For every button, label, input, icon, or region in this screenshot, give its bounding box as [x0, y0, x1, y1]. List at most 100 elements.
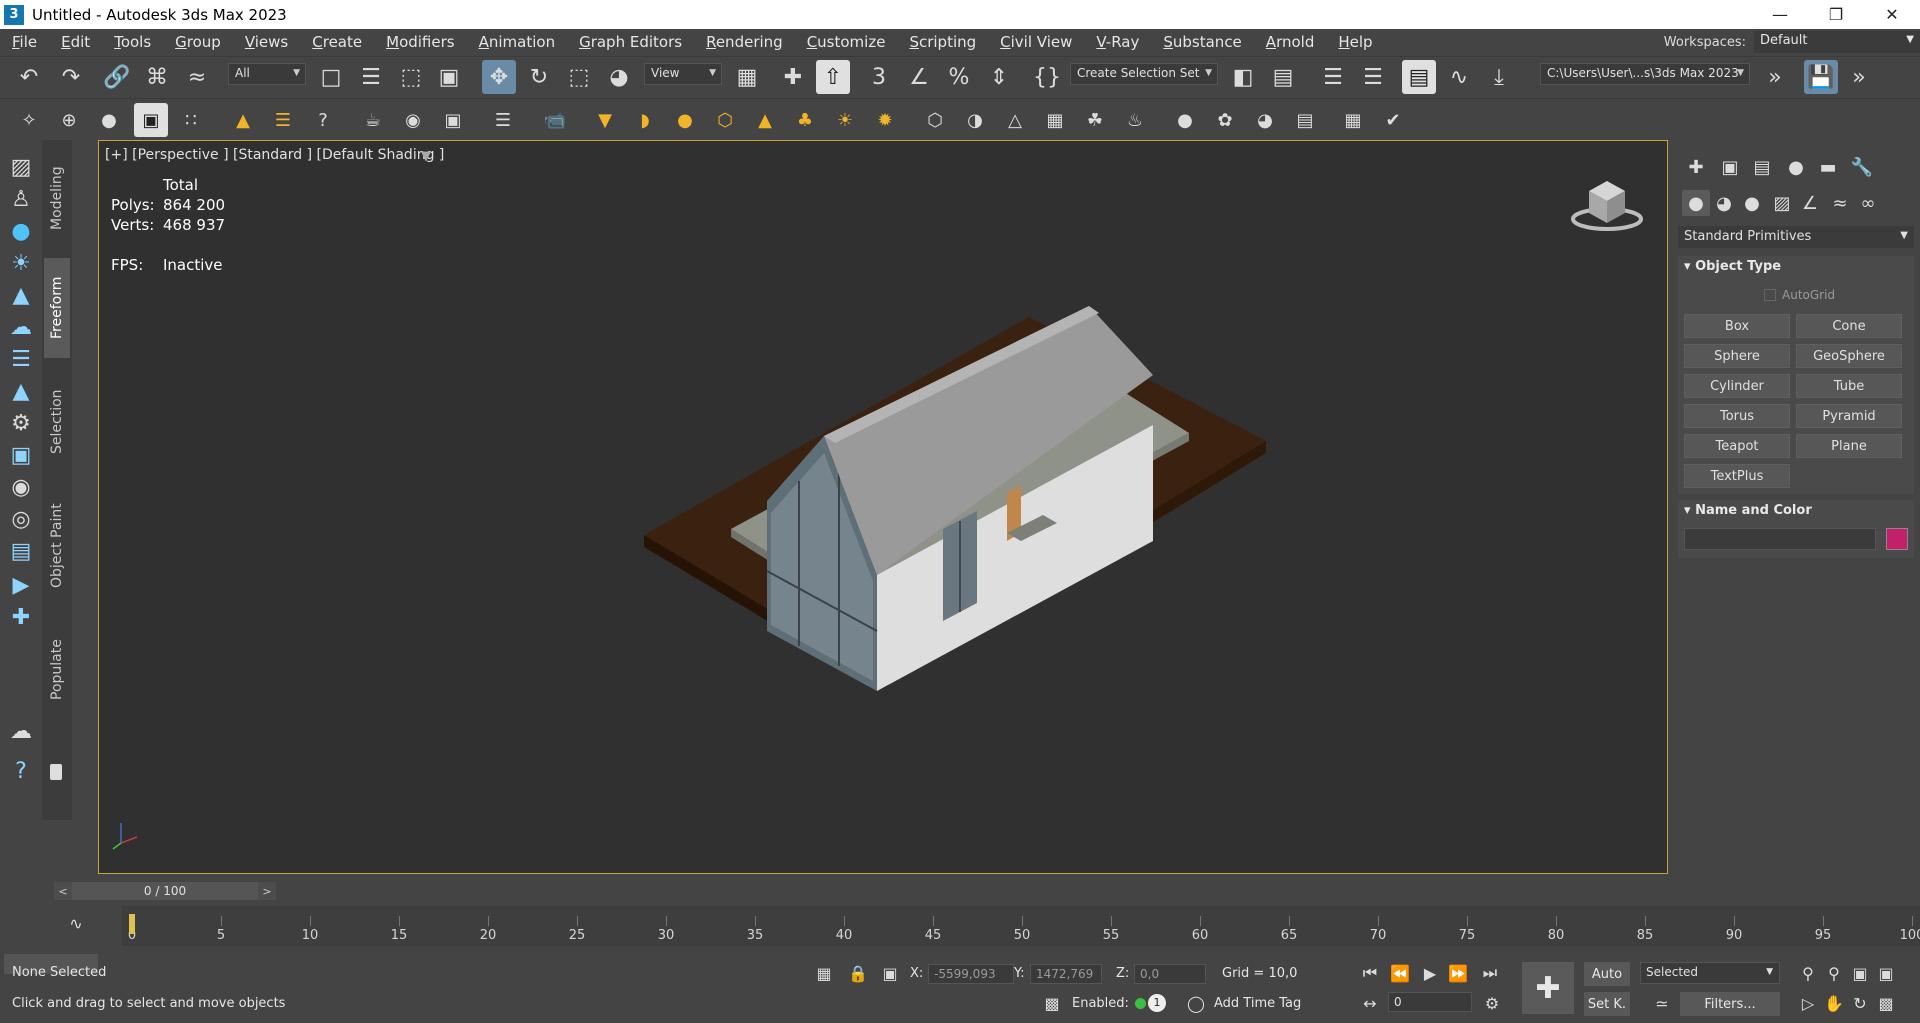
current-frame-field[interactable]: 0	[1388, 992, 1472, 1012]
select-by-name-icon[interactable]: ☰	[354, 60, 388, 94]
camera-icon[interactable]: 📹	[538, 103, 572, 137]
set-key-button[interactable]: Set K.	[1584, 992, 1630, 1016]
lock-icon[interactable]: 🔒	[846, 962, 870, 984]
select-place-icon[interactable]: ◕	[602, 60, 636, 94]
curve-editor-mini-icon[interactable]: ∿	[64, 912, 88, 934]
autogrid-checkbox[interactable]: AutoGrid	[1764, 288, 1835, 302]
menu-customize[interactable]: Customize	[795, 33, 898, 51]
geometry-category-icon[interactable]: ●	[1682, 190, 1710, 216]
edit-named-selections-icon[interactable]: {}	[1030, 60, 1064, 94]
gear-icon[interactable]: ⚙	[4, 408, 38, 438]
menu-rendering[interactable]: Rendering	[694, 33, 795, 51]
time-slider-thumb[interactable]: 0 / 100	[72, 882, 258, 900]
torus-button[interactable]: Torus	[1684, 404, 1790, 428]
close-button[interactable]: ✕	[1864, 0, 1920, 29]
viewport-label[interactable]: [+] [Perspective ] [Standard ] [Default …	[105, 147, 444, 163]
menu-scripting[interactable]: Scripting	[897, 33, 988, 51]
scene-explorer-icon[interactable]: ☰	[1316, 60, 1350, 94]
helpers-category-icon[interactable]: ∠	[1796, 190, 1824, 216]
time-tag-icon[interactable]: ◯	[1184, 992, 1208, 1014]
sphere-light-icon[interactable]: ●	[668, 103, 702, 137]
ref-coord-dropdown[interactable]: View	[644, 63, 722, 85]
modeling-tools-icon[interactable]: ▨	[4, 152, 38, 182]
modify-tab-icon[interactable]: ▣	[1716, 154, 1744, 180]
select-scale-icon[interactable]: ⬚	[562, 60, 596, 94]
cloud-render-icon[interactable]: ☁	[4, 716, 38, 746]
tab-object-paint[interactable]: Object Paint	[44, 486, 70, 606]
goto-end-icon[interactable]: ⏭	[1478, 962, 1502, 984]
ribbon-collapse-handle[interactable]	[50, 764, 62, 780]
render-frame-icon[interactable]: ▣	[134, 103, 168, 137]
menu-vray[interactable]: V-Ray	[1084, 33, 1151, 51]
tab-freeform[interactable]: Freeform	[44, 258, 70, 358]
z-coordinate-field[interactable]: 0,0	[1134, 964, 1206, 984]
window-crossing-icon[interactable]: ▣	[432, 60, 466, 94]
key-filter-dropdown[interactable]: Selected ▼	[1640, 962, 1780, 984]
angle-snap-icon[interactable]: ∠	[902, 60, 936, 94]
create-tab-icon[interactable]: ✚	[1682, 154, 1710, 180]
sun-settings-icon[interactable]: ☀	[4, 248, 38, 278]
tab-selection[interactable]: Selection	[44, 372, 70, 472]
pivot-center-icon[interactable]: ▦	[730, 60, 764, 94]
selection-set-dropdown[interactable]: Create Selection Set	[1070, 63, 1218, 85]
fire-icon[interactable]: ♨	[1118, 103, 1152, 137]
key-tangent-icon[interactable]: ≃	[1650, 992, 1674, 1014]
goto-start-icon[interactable]: ⏮	[1358, 962, 1382, 984]
percent-snap-icon[interactable]: %	[942, 60, 976, 94]
motion-tab-icon[interactable]: ●	[1782, 154, 1810, 180]
prev-frame-icon[interactable]: ⏪	[1388, 962, 1412, 984]
zoom-extents-icon[interactable]: ▣	[1848, 962, 1872, 984]
keyboard-shortcut-override-icon[interactable]: ⇧	[816, 60, 850, 94]
pan-hand-icon[interactable]: ✋	[1822, 992, 1846, 1014]
geosphere-button[interactable]: GeoSphere	[1796, 344, 1902, 368]
absolute-mode-icon[interactable]: ▣	[878, 962, 902, 984]
ribbon-toggle-icon[interactable]: ▤	[1402, 60, 1436, 94]
prev-frame-arrow-icon[interactable]: <	[54, 882, 72, 900]
category-dropdown[interactable]: Standard Primitives ▼	[1678, 226, 1914, 248]
minimize-button[interactable]: —	[1752, 0, 1808, 29]
filter-icon[interactable]: ▼	[421, 149, 431, 164]
plugin-icon[interactable]: ✚	[4, 602, 38, 632]
shapes-category-icon[interactable]: ◕	[1710, 190, 1738, 216]
shield-icon[interactable]: ▩	[1040, 992, 1064, 1014]
auto-key-button[interactable]: Auto	[1584, 962, 1630, 986]
zoom-icon[interactable]: ⚲	[1796, 962, 1820, 984]
tree-tool-icon[interactable]: ▲	[4, 280, 38, 310]
list-icon[interactable]: ☰	[266, 103, 300, 137]
zoom-extents-all-icon[interactable]: ▣	[1874, 962, 1898, 984]
unlink-icon[interactable]: ⌘	[140, 60, 174, 94]
spot-light-icon[interactable]: ▼	[588, 103, 622, 137]
layers-icon[interactable]: ☰	[486, 103, 520, 137]
select-rotate-icon[interactable]: ↻	[522, 60, 556, 94]
maximize-viewport-icon[interactable]: ▩	[1874, 992, 1898, 1014]
object-type-header[interactable]: ▾ Object Type	[1678, 256, 1914, 278]
bulb-icon[interactable]: ◎	[4, 504, 38, 534]
utilities-tab-icon[interactable]: 🔧	[1848, 154, 1876, 180]
systems-category-icon[interactable]: ∞	[1854, 190, 1882, 216]
dome-light-icon[interactable]: ◗	[628, 103, 662, 137]
list-panel-icon[interactable]: ☰	[4, 344, 38, 374]
menu-edit[interactable]: Edit	[49, 33, 102, 51]
nodes-icon[interactable]: ∷	[174, 103, 208, 137]
cluster-icon[interactable]: ●	[92, 103, 126, 137]
redo-icon[interactable]: ↷	[54, 60, 88, 94]
cameras-category-icon[interactable]: ▨	[1768, 190, 1796, 216]
select-manipulate-icon[interactable]: ✚	[776, 60, 810, 94]
menu-create[interactable]: Create	[300, 33, 374, 51]
lamp-icon[interactable]: ▲	[4, 376, 38, 406]
tree-icon[interactable]: ▲	[226, 103, 260, 137]
menu-substance[interactable]: Substance	[1151, 33, 1253, 51]
mirror-icon[interactable]: ◧	[1226, 60, 1260, 94]
spinner-snap-icon[interactable]: ⇕	[982, 60, 1016, 94]
tab-modeling[interactable]: Modeling	[44, 148, 70, 248]
perspective-viewport[interactable]: [+] [Perspective ] [Standard ] [Default …	[98, 140, 1668, 874]
pyramid-button[interactable]: Pyramid	[1796, 404, 1902, 428]
rectangular-region-icon[interactable]: ⬚	[394, 60, 428, 94]
sphere-button[interactable]: Sphere	[1684, 344, 1790, 368]
menu-help[interactable]: Help	[1326, 33, 1384, 51]
sunlight-icon[interactable]: ✹	[868, 103, 902, 137]
field-of-view-icon[interactable]: ▷	[1796, 992, 1820, 1014]
next-frame-icon[interactable]: ⏩	[1446, 962, 1470, 984]
proxy-icon[interactable]: ⬡	[918, 103, 952, 137]
y-coordinate-field[interactable]: 1472,769	[1030, 964, 1102, 984]
